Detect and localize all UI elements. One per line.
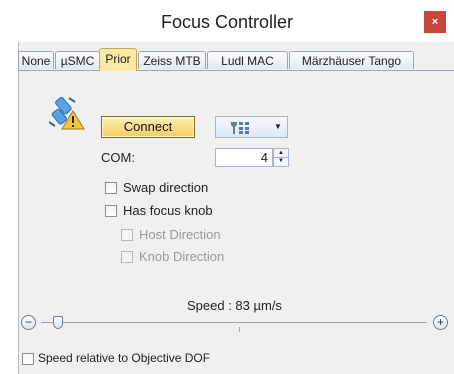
- chevron-down-icon: ▼: [274, 122, 282, 131]
- com-port-input[interactable]: 4: [215, 148, 273, 167]
- stepper-down-icon[interactable]: ▼: [274, 157, 288, 165]
- speed-slider-track[interactable]: [41, 322, 427, 323]
- speed-relative-checkbox[interactable]: [22, 353, 34, 365]
- speed-label: Speed : 83 µm/s: [187, 298, 282, 313]
- host-direction-label: Host Direction: [139, 227, 221, 242]
- speed-relative-label: Speed relative to Objective DOF: [38, 351, 211, 365]
- has-focus-knob-checkbox[interactable]: [105, 205, 117, 217]
- close-button[interactable]: ×: [424, 11, 446, 33]
- title-bar: Focus Controller ×: [0, 0, 454, 42]
- controller-content: None µSMC Prior Zeiss MTB Ludl MAC Märzh…: [18, 42, 454, 374]
- close-icon: ×: [431, 16, 439, 28]
- has-focus-knob-label: Has focus knob: [123, 203, 213, 218]
- host-direction-checkbox[interactable]: [121, 229, 133, 241]
- speed-slider-thumb[interactable]: [53, 316, 63, 329]
- tab-zeiss-mtb[interactable]: Zeiss MTB: [138, 51, 206, 69]
- com-port-stepper[interactable]: ▲ ▼: [273, 148, 289, 167]
- window-title: Focus Controller: [160, 12, 294, 32]
- tab-none[interactable]: None: [18, 51, 54, 69]
- plus-icon: +: [436, 315, 444, 329]
- tab-prior[interactable]: Prior: [99, 48, 137, 71]
- com-label: COM:: [101, 150, 135, 165]
- swap-direction-label: Swap direction: [123, 180, 209, 195]
- speed-decrease-button[interactable]: −: [21, 315, 36, 330]
- minus-icon: −: [24, 315, 32, 329]
- slider-tick: [239, 327, 240, 332]
- tab-usmc[interactable]: µSMC: [55, 51, 100, 69]
- device-tab-strip: None µSMC Prior Zeiss MTB Ludl MAC Märzh…: [18, 48, 454, 71]
- speed-increase-button[interactable]: +: [433, 315, 448, 330]
- tab-marzhauser-tango[interactable]: Märzhäuser Tango: [289, 51, 414, 69]
- knob-direction-checkbox[interactable]: [121, 251, 133, 263]
- swap-direction-checkbox[interactable]: [105, 182, 117, 194]
- tab-ludl-mac[interactable]: Ludl MAC: [207, 51, 288, 69]
- wrench-settings-icon: [230, 120, 254, 141]
- connect-button[interactable]: Connect: [101, 116, 195, 138]
- settings-dropdown[interactable]: ▼: [215, 116, 288, 138]
- knob-direction-label: Knob Direction: [139, 249, 225, 264]
- disconnected-plug-warning-icon: [48, 96, 85, 130]
